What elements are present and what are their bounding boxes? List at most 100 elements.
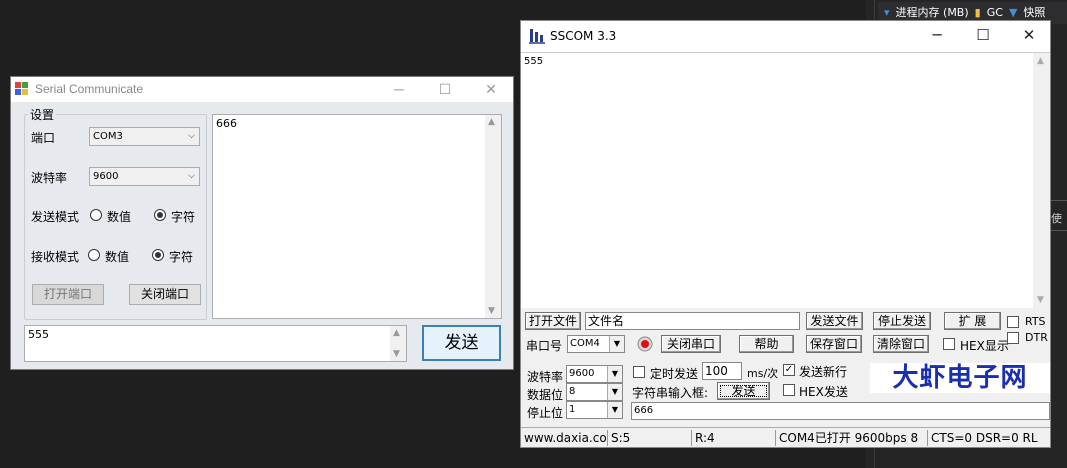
scroll-down-icon[interactable]: ▼: [488, 306, 495, 316]
send-input-text: 555: [28, 328, 49, 341]
close-port-button[interactable]: 关闭端口: [129, 284, 201, 305]
help-button[interactable]: 帮助: [739, 335, 794, 353]
stop-send-button[interactable]: 停止发送: [873, 312, 931, 330]
stopbits-value: 1: [569, 404, 576, 415]
minimize-icon[interactable]: ─: [914, 21, 960, 51]
recv-mode-label: 接收模式: [31, 250, 80, 264]
send-mode-char-radio[interactable]: [154, 209, 166, 221]
timed-send-label: 定时发送: [650, 367, 699, 381]
hex-send-checkbox[interactable]: [783, 384, 795, 396]
receive-text: 555: [524, 56, 544, 67]
maximize-icon[interactable]: ☐: [423, 77, 467, 102]
minimize-icon[interactable]: ─: [377, 77, 421, 102]
send-textarea[interactable]: 555 ▲ ▼: [24, 325, 407, 362]
port-label: 串口号: [526, 339, 563, 353]
send-mode-numeric-label: 数值: [107, 210, 132, 224]
scroll-up-icon[interactable]: ▲: [488, 117, 495, 127]
recv-mode-numeric-radio[interactable]: [88, 249, 100, 261]
rts-checkbox[interactable]: [1007, 316, 1019, 328]
title-bar[interactable]: Serial Communicate ─ ☐ ✕: [11, 77, 513, 102]
send-newline-checkbox[interactable]: ✓: [783, 364, 795, 376]
baud-value: 9600: [569, 368, 595, 379]
port-label: 端口: [31, 131, 56, 145]
chevron-down-icon: ⌵: [188, 171, 195, 181]
settings-group-title: 设置: [28, 106, 57, 123]
status-received-count: R:4: [691, 430, 775, 446]
file-name-input[interactable]: 文件名: [585, 312, 800, 330]
snapshot-label: 快照: [1023, 6, 1046, 19]
open-port-button[interactable]: 打开端口: [32, 284, 104, 305]
maximize-icon[interactable]: ☐: [960, 21, 1006, 51]
databits-select[interactable]: 8 ▼: [566, 383, 623, 401]
status-bar: www.daxia.com S:5 R:4 COM4已打开 9600bps 8 …: [521, 427, 1050, 447]
timed-send-checkbox[interactable]: [633, 366, 645, 378]
hex-display-checkbox[interactable]: [943, 338, 955, 350]
close-icon[interactable]: ✕: [469, 77, 513, 102]
receive-area[interactable]: 555 ▲ ▼: [521, 52, 1050, 308]
receive-textarea[interactable]: 666 ▲ ▼: [212, 114, 502, 319]
expand-button[interactable]: 扩 展: [944, 312, 1001, 330]
receive-scrollbar[interactable]: ▲ ▼: [1033, 53, 1050, 308]
send-mode-char-label: 字符: [171, 210, 196, 224]
background-divider: [1051, 230, 1067, 231]
scroll-down-icon[interactable]: ▼: [393, 349, 400, 359]
port-value: COM4: [570, 338, 600, 349]
port-select[interactable]: COM3 ⌵: [89, 127, 200, 146]
close-icon[interactable]: ✕: [1006, 21, 1052, 51]
recv-mode-char-label: 字符: [169, 250, 194, 264]
title-bar[interactable]: SSCOM 3.3 ─ ☐ ✕: [521, 21, 1050, 52]
send-button[interactable]: 发送: [422, 325, 501, 361]
serial-communicate-window: Serial Communicate ─ ☐ ✕ 设置 端口 COM3 ⌵ 波特…: [10, 76, 514, 370]
status-sent-count: S:5: [607, 430, 691, 446]
app-icon: [529, 29, 545, 44]
process-memory-label: 进程内存 (MB): [895, 6, 969, 19]
stopbits-select[interactable]: 1 ▼: [566, 401, 623, 419]
port-value: COM3: [93, 131, 123, 142]
send-mode-label: 发送模式: [31, 210, 80, 224]
send-newline-label: 发送新行: [799, 365, 848, 379]
baud-select[interactable]: 9600 ▼: [566, 365, 623, 383]
recv-mode-char-radio[interactable]: [152, 249, 164, 261]
interval-unit: ms/次: [747, 367, 779, 380]
chevron-down-icon: ⌵: [188, 131, 195, 141]
baud-label: 波特率: [527, 370, 564, 384]
dropdown-arrow-icon: ▼: [607, 402, 622, 418]
background-divider: [1051, 200, 1067, 201]
send-input[interactable]: 666: [631, 402, 1050, 420]
daxia-logo: 大虾电子网: [870, 363, 1050, 393]
interval-input[interactable]: 100: [702, 362, 742, 380]
send-file-button[interactable]: 发送文件: [806, 312, 863, 330]
send-mode-numeric-radio[interactable]: [90, 209, 102, 221]
send-scrollbar[interactable]: ▲ ▼: [390, 326, 406, 361]
clear-window-button[interactable]: 清除窗口: [873, 335, 929, 353]
save-window-button[interactable]: 保存窗口: [806, 335, 862, 353]
dropdown-arrow-icon: ▼: [609, 336, 624, 352]
port-select[interactable]: COM4 ▼: [567, 335, 625, 353]
dropdown-arrow-icon: ▼: [607, 366, 622, 382]
databits-value: 8: [569, 386, 576, 397]
scroll-down-icon[interactable]: ▼: [1037, 295, 1044, 305]
baud-label: 波特率: [31, 171, 68, 185]
background-side-text: 使: [1051, 212, 1062, 225]
receive-text: 666: [216, 117, 237, 130]
string-input-label: 字符串输入框:: [632, 386, 709, 400]
hex-display-label: HEX显示: [960, 339, 1009, 353]
send-button[interactable]: 发送: [717, 382, 770, 400]
port-status-led-icon: [637, 336, 653, 352]
sscom-window: SSCOM 3.3 ─ ☐ ✕ 555 ▲ ▼ 打开文件 文件名 发送文件 停止…: [520, 20, 1051, 448]
close-port-button[interactable]: 关闭串口: [661, 335, 721, 353]
scroll-up-icon[interactable]: ▲: [393, 328, 400, 338]
open-file-button[interactable]: 打开文件: [525, 312, 581, 330]
window-body: 设置 端口 COM3 ⌵ 波特率 9600 ⌵ 发送模式 数值 字符 接收模式 …: [11, 102, 513, 369]
window-title: SSCOM 3.3: [550, 29, 617, 43]
collapse-arrow-icon[interactable]: ▾: [884, 6, 890, 19]
receive-scrollbar[interactable]: ▲ ▼: [485, 115, 501, 318]
baud-select[interactable]: 9600 ⌵: [89, 167, 200, 186]
dropdown-arrow-icon: ▼: [607, 384, 622, 400]
status-port-state: COM4已打开 9600bps 8: [775, 430, 927, 446]
app-icon: [15, 82, 28, 95]
scroll-up-icon[interactable]: ▲: [1037, 56, 1044, 66]
status-website[interactable]: www.daxia.com: [521, 430, 607, 446]
gc-label: GC: [986, 6, 1003, 19]
gc-marker-icon: ▮: [974, 6, 981, 19]
